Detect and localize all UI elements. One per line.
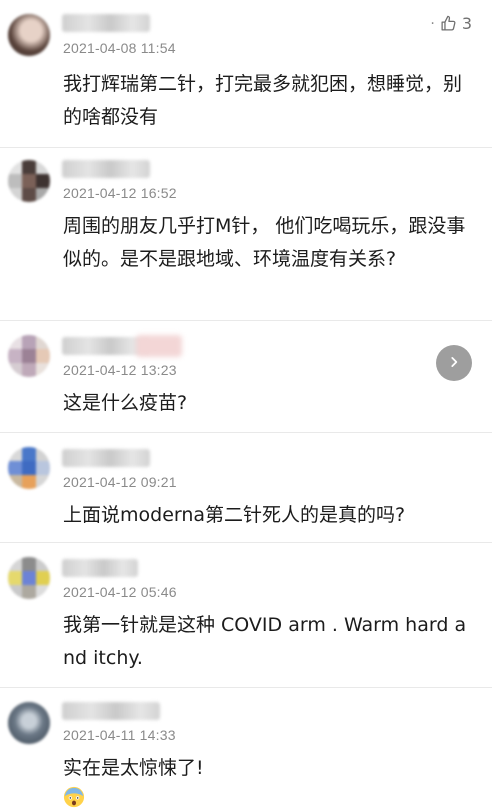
comment-item[interactable]: 2021-04-12 13:23 这是什么疫苗? xyxy=(0,321,492,433)
comment-feed: 2021-04-08 11:54 · 3 我打辉瑞第二针，打完最多就犯困，想睡觉… xyxy=(0,0,492,811)
comment-item[interactable]: 2021-04-12 16:52 周围的朋友几乎打M针， 他们吃喝玩乐，跟没事似… xyxy=(0,148,492,321)
comment-timestamp: 2021-04-12 09:21 xyxy=(63,474,177,490)
like-button[interactable]: · 3 xyxy=(430,14,472,33)
comment-text: 上面说moderna第二针死人的是真的吗? xyxy=(63,504,406,526)
comment-timestamp: 2021-04-08 11:54 xyxy=(63,40,176,56)
avatar[interactable] xyxy=(8,702,50,744)
like-count: 3 xyxy=(461,14,472,33)
avatar[interactable] xyxy=(8,335,50,377)
comment-timestamp: 2021-04-11 14:33 xyxy=(63,727,176,743)
username-blurred[interactable] xyxy=(62,14,150,32)
more-dot-icon: · xyxy=(430,15,435,32)
avatar[interactable] xyxy=(8,447,50,489)
thumbs-up-icon xyxy=(440,15,457,32)
username-blurred[interactable] xyxy=(62,337,150,355)
comment-timestamp: 2021-04-12 16:52 xyxy=(63,185,177,201)
username-blurred[interactable] xyxy=(62,559,138,577)
next-button[interactable] xyxy=(436,345,472,381)
avatar[interactable] xyxy=(8,557,50,599)
comment-text: 我打辉瑞第二针，打完最多就犯困，想睡觉，别的啥都没有 xyxy=(63,73,463,128)
username-blurred[interactable] xyxy=(62,160,150,178)
chevron-right-icon xyxy=(447,354,461,373)
comment-text: 我第一针就是这种 COVID arm . Warm hard and itchy… xyxy=(63,614,467,669)
avatar[interactable] xyxy=(8,160,50,202)
comment-timestamp: 2021-04-12 13:23 xyxy=(63,362,177,378)
avatar[interactable] xyxy=(8,14,50,56)
comment-item[interactable]: 2021-04-11 14:33 实在是太惊悚了! xyxy=(0,688,492,811)
comment-text: 周围的朋友几乎打M针， 他们吃喝玩乐，跟没事似的。是不是跟地域、环境温度有关系? xyxy=(63,215,466,270)
comment-item[interactable]: 2021-04-12 05:46 我第一针就是这种 COVID arm . Wa… xyxy=(0,543,492,688)
comment-item[interactable]: 2021-04-08 11:54 · 3 我打辉瑞第二针，打完最多就犯困，想睡觉… xyxy=(0,0,492,148)
scared-face-emoji xyxy=(63,786,85,808)
comment-timestamp: 2021-04-12 05:46 xyxy=(63,584,177,600)
username-blurred[interactable] xyxy=(62,702,160,720)
comment-text: 这是什么疫苗? xyxy=(63,392,188,414)
comment-item[interactable]: 2021-04-12 09:21 上面说moderna第二针死人的是真的吗? xyxy=(0,433,492,543)
username-blurred[interactable] xyxy=(62,449,150,467)
comment-text: 实在是太惊悚了! xyxy=(63,757,204,779)
